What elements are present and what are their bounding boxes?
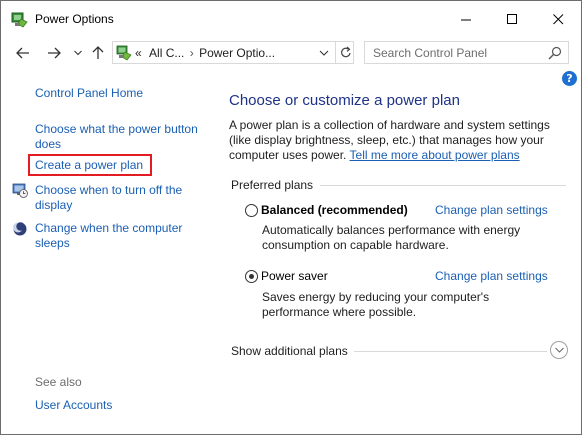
window-title: Power Options	[35, 12, 114, 26]
balanced-radio[interactable]	[245, 204, 258, 217]
power-saver-plan-name[interactable]: Power saver	[261, 269, 328, 283]
recent-locations-button[interactable]	[68, 43, 88, 63]
control-panel-home-link[interactable]: Control Panel Home	[35, 86, 143, 101]
close-icon	[552, 13, 563, 24]
create-power-plan-link[interactable]: Create a power plan	[35, 158, 143, 173]
page-title: Choose or customize a power plan	[229, 92, 460, 109]
monitor-clock-icon	[12, 183, 28, 198]
power-saver-plan-description: Saves energy by reducing your computer's…	[262, 290, 490, 319]
user-accounts-link[interactable]: User Accounts	[35, 398, 112, 413]
navigation-bar: « All C... › Power Optio... Search Contr…	[1, 37, 581, 69]
maximize-icon	[506, 13, 517, 24]
balanced-plan-name[interactable]: Balanced (recommended)	[261, 203, 408, 217]
minimize-icon	[460, 19, 471, 20]
close-button[interactable]	[535, 1, 581, 37]
maximize-button[interactable]	[489, 1, 535, 37]
breadcrumb-item-all-control-panel[interactable]: All C...	[149, 46, 184, 60]
address-bar[interactable]: « All C... › Power Optio...	[112, 41, 354, 64]
up-button[interactable]	[88, 43, 108, 63]
page-description: A power plan is a collection of hardware…	[229, 118, 569, 163]
computer-sleeps-link[interactable]: Change when the computer sleeps	[35, 221, 207, 251]
breadcrumb-item-power-options[interactable]: Power Optio...	[199, 46, 275, 60]
refresh-icon	[341, 46, 351, 58]
forward-button[interactable]	[44, 43, 64, 63]
balanced-plan-description: Automatically balances performance with …	[262, 223, 521, 252]
search-input[interactable]: Search Control Panel	[373, 46, 487, 60]
chevron-down-icon	[74, 50, 82, 56]
power-options-icon	[11, 12, 28, 28]
refresh-button[interactable]	[335, 42, 356, 63]
sidebar: Control Panel Home Choose what the power…	[1, 69, 216, 434]
expand-plans-button[interactable]	[550, 341, 568, 359]
title-bar: Power Options	[1, 1, 581, 37]
preferred-plans-label: Preferred plans	[231, 178, 314, 192]
see-also-heading: See also	[35, 375, 82, 389]
power-saver-radio[interactable]	[245, 270, 258, 283]
show-additional-plans-label[interactable]: Show additional plans	[231, 344, 348, 358]
search-box[interactable]: Search Control Panel	[364, 41, 569, 64]
additional-plans-divider	[354, 351, 547, 352]
arrow-right-icon	[48, 47, 61, 59]
breadcrumb: « All C... › Power Optio...	[135, 46, 275, 60]
back-button[interactable]	[13, 43, 33, 63]
learn-more-link[interactable]: Tell me more about power plans	[350, 148, 520, 162]
breadcrumb-separator[interactable]: ›	[188, 46, 196, 60]
power-button-link[interactable]: Choose what the power button does	[35, 122, 207, 152]
balanced-change-settings-link[interactable]: Change plan settings	[435, 203, 548, 217]
search-icon[interactable]	[548, 46, 562, 60]
radio-selected-dot	[249, 274, 254, 279]
address-dropdown-icon[interactable]	[318, 47, 330, 59]
arrow-up-icon	[92, 46, 104, 59]
minimize-button[interactable]	[443, 1, 489, 37]
arrow-left-icon	[16, 47, 29, 59]
moon-icon	[13, 222, 27, 236]
chevron-down-icon	[554, 347, 564, 353]
power-options-window: Power Options « All C... › Power Optio..…	[0, 0, 582, 435]
power-saver-change-settings-link[interactable]: Change plan settings	[435, 269, 548, 283]
main-content: Choose or customize a power plan A power…	[216, 69, 581, 434]
control-panel-icon	[116, 45, 132, 61]
turn-off-display-link[interactable]: Choose when to turn off the display	[35, 183, 207, 213]
breadcrumb-overflow[interactable]: «	[135, 46, 142, 60]
preferred-plans-divider	[320, 185, 566, 186]
